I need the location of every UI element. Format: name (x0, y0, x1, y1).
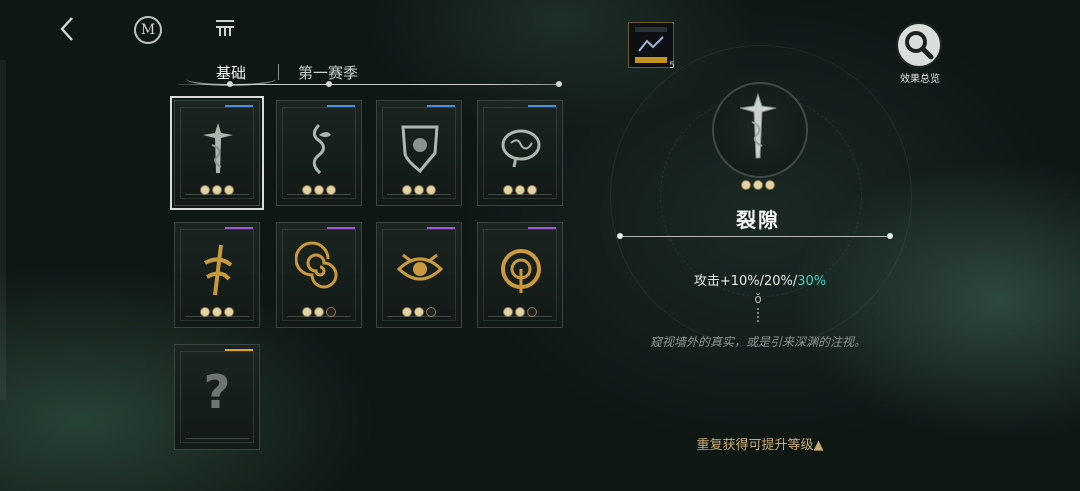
tab-dot-season (326, 81, 332, 87)
tab-season-one[interactable]: 第一赛季 (298, 62, 358, 83)
card-foot-line (488, 194, 552, 195)
sword-icon (739, 92, 777, 159)
thumb-header-bar (635, 27, 667, 32)
tier-stripe (427, 105, 455, 107)
stat-symbol: ŏ (754, 292, 762, 306)
question-icon: ? (203, 365, 231, 419)
sword-icon (203, 123, 233, 173)
effects-overview-label: 效果总览 (900, 74, 940, 85)
tier-stripe (225, 349, 253, 351)
trait-card[interactable]: ? (174, 344, 260, 450)
card-foot-line (287, 316, 351, 317)
tab-underline (178, 84, 562, 85)
card-foot-line (488, 316, 552, 317)
title-divider-dot (887, 233, 893, 239)
trait-card[interactable] (376, 100, 462, 206)
tab-dot-basic (227, 81, 233, 87)
detail-stat: 攻击+10%/20%/30% (660, 270, 860, 289)
item-thumbnail[interactable]: 5 (628, 22, 675, 71)
flavor-text: 窥视墙外的真实，或是引来深渊的注视。 (649, 335, 866, 349)
ring-icon (501, 249, 541, 293)
detail-title: 裂隙 (736, 208, 780, 232)
level-pip (753, 180, 763, 190)
title-divider-dot (617, 233, 623, 239)
tab-dot-end (556, 81, 562, 87)
tier-stripe (225, 105, 253, 107)
trait-card[interactable] (477, 100, 563, 206)
tier-stripe (225, 227, 253, 229)
trait-card[interactable] (276, 222, 362, 328)
card-foot-line (185, 438, 249, 439)
tier-stripe (327, 105, 355, 107)
card-foot-line (287, 194, 351, 195)
shield-icon (401, 125, 439, 174)
tab-divider (278, 64, 279, 80)
tier-stripe (327, 227, 355, 229)
title-divider (620, 236, 892, 237)
tier-stripe (427, 227, 455, 229)
level-pip (765, 180, 775, 190)
thumb-count: 5 (669, 61, 675, 71)
spiral-icon (295, 241, 338, 289)
list-menu-icon[interactable] (214, 18, 236, 38)
detail-level-pips (738, 180, 778, 190)
trait-card[interactable] (170, 96, 264, 210)
upgrade-hint: 重复获得可提升等级▲ (696, 438, 824, 453)
rune-icon (204, 244, 233, 296)
card-foot-line (387, 316, 451, 317)
tab-basic[interactable]: 基础 (216, 62, 246, 83)
tier-stripe (528, 105, 556, 107)
effects-overview-button[interactable] (896, 22, 942, 68)
vine-icon (312, 123, 331, 175)
brain-icon (501, 129, 541, 168)
tier-stripe (528, 227, 556, 229)
left-edge-panel (0, 60, 6, 400)
chart-icon (638, 36, 664, 52)
magnifier-icon (905, 31, 934, 60)
trait-card[interactable] (376, 222, 462, 328)
stat-prefix: 攻击+10%/20%/ (693, 274, 798, 289)
card-foot-line (185, 194, 249, 195)
trait-card[interactable] (477, 222, 563, 328)
card-foot-line (387, 194, 451, 195)
trait-card[interactable] (174, 222, 260, 328)
tab-bar: 基础 第一赛季 (178, 58, 562, 88)
trait-card[interactable] (276, 100, 362, 206)
eye-icon (396, 253, 444, 281)
thumb-tag (635, 57, 667, 63)
stat-dots-decoration (757, 308, 761, 322)
level-pip (741, 180, 751, 190)
m-menu-button[interactable]: M (134, 16, 162, 44)
stat-highlight: 30% (797, 274, 827, 289)
back-arrow-icon[interactable] (58, 14, 78, 44)
card-foot-line (185, 316, 249, 317)
